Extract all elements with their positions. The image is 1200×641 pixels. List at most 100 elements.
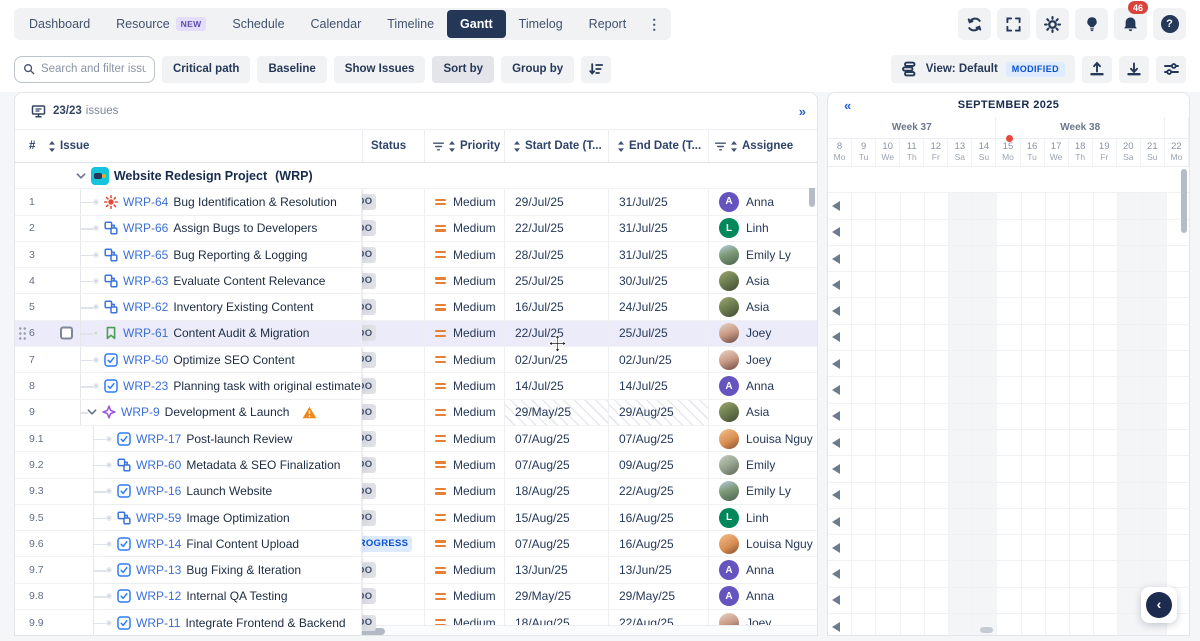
issue-row[interactable]: 2WRP-66Assign Bugs to DevelopersTO DOMed… <box>15 216 817 242</box>
end-date-cell[interactable]: 31/Jul/25 <box>608 189 708 214</box>
end-date-cell[interactable]: 02/Jun/25 <box>608 347 708 372</box>
start-date-cell[interactable]: 07/Aug/25 <box>504 426 608 451</box>
issue-row[interactable]: 9.1WRP-17Post-launch ReviewTO DOMedium07… <box>15 426 817 452</box>
gantt-task-row[interactable] <box>828 325 1189 351</box>
show-issues-button[interactable]: Show Issues <box>334 56 426 83</box>
offscreen-task-left-icon[interactable] <box>832 201 840 211</box>
assignee-cell[interactable]: AAnna <box>708 189 817 214</box>
issue-key[interactable]: WRP-12 <box>136 589 181 603</box>
issue-key[interactable]: WRP-16 <box>136 484 181 498</box>
issue-summary[interactable]: Bug Identification & Resolution <box>173 195 336 209</box>
dependency-handle[interactable] <box>93 304 99 310</box>
fullscreen-button[interactable] <box>997 8 1030 40</box>
end-date-cell[interactable]: 09/Aug/25 <box>608 452 708 477</box>
baseline-button[interactable]: Baseline <box>257 56 326 83</box>
issue-summary[interactable]: Assign Bugs to Developers <box>173 221 317 235</box>
gantt-vertical-scrollbar[interactable] <box>1181 169 1187 233</box>
tab-calendar[interactable]: Calendar <box>298 10 375 38</box>
issue-summary[interactable]: Planning task with original estimate <box>173 379 360 393</box>
start-date-cell[interactable]: 25/Jul/25 <box>504 268 608 293</box>
issue-key[interactable]: WRP-11 <box>136 616 180 630</box>
issue-summary[interactable]: Internal QA Testing <box>186 589 287 603</box>
view-selector-button[interactable]: View: Default MODIFIED <box>891 55 1075 83</box>
gantt-project-row[interactable] <box>828 167 1189 193</box>
hints-button[interactable] <box>1075 8 1108 40</box>
assignee-cell[interactable]: Asia <box>708 400 817 425</box>
dependency-handle[interactable] <box>93 383 99 389</box>
start-date-cell[interactable]: 14/Jul/25 <box>504 373 608 398</box>
nav-overflow-button[interactable]: ⋮ <box>639 10 669 38</box>
display-settings-button[interactable] <box>1156 56 1186 83</box>
start-date-cell[interactable]: 16/Jul/25 <box>504 294 608 319</box>
issue-row[interactable]: 7WRP-50Optimize SEO ContentTO DOMedium02… <box>15 347 817 373</box>
offscreen-task-left-icon[interactable] <box>832 595 840 605</box>
offscreen-task-left-icon[interactable] <box>832 490 840 500</box>
issue-key[interactable]: WRP-64 <box>123 195 168 209</box>
settings-button[interactable] <box>1036 8 1069 40</box>
gantt-task-row[interactable] <box>828 614 1189 635</box>
offscreen-task-left-icon[interactable] <box>832 464 840 474</box>
gantt-task-row[interactable] <box>828 561 1189 587</box>
assignee-cell[interactable]: AAnna <box>708 373 817 398</box>
assignee-cell[interactable]: Emily Ly <box>708 242 817 267</box>
gantt-task-row[interactable] <box>828 377 1189 403</box>
dependency-handle[interactable] <box>106 436 112 442</box>
issue-row[interactable]: 1WRP-64Bug Identification & ResolutionTO… <box>15 189 817 215</box>
gantt-body[interactable] <box>828 167 1189 635</box>
assignee-cell[interactable]: Asia <box>708 268 817 293</box>
dependency-handle[interactable] <box>93 225 99 231</box>
issue-key[interactable]: WRP-13 <box>136 563 181 577</box>
issue-row[interactable]: 9.8WRP-12Internal QA TestingTO DOMedium2… <box>15 584 817 610</box>
issue-summary[interactable]: Bug Reporting & Logging <box>173 248 307 262</box>
dependency-handle[interactable] <box>93 357 99 363</box>
dependency-handle[interactable] <box>106 541 112 547</box>
column-header-status[interactable]: Status <box>362 130 424 162</box>
end-date-cell[interactable]: 22/Aug/25 <box>608 479 708 504</box>
assignee-cell[interactable]: LLinh <box>708 216 817 241</box>
end-date-cell[interactable]: 16/Aug/25 <box>608 505 708 530</box>
issue-summary[interactable]: Image Optimization <box>186 511 289 525</box>
offscreen-task-left-icon[interactable] <box>832 359 840 369</box>
dependency-handle[interactable] <box>93 330 99 336</box>
offscreen-task-left-icon[interactable] <box>832 385 840 395</box>
offscreen-task-left-icon[interactable] <box>832 332 840 342</box>
offscreen-task-left-icon[interactable] <box>832 438 840 448</box>
dependency-handle[interactable] <box>106 488 112 494</box>
end-date-cell[interactable]: 13/Jun/25 <box>608 557 708 582</box>
gantt-task-row[interactable] <box>828 588 1189 614</box>
tab-schedule[interactable]: Schedule <box>219 10 297 38</box>
chevron-down-icon[interactable] <box>87 408 97 416</box>
issue-summary[interactable]: Inventory Existing Content <box>173 300 313 314</box>
tab-resource[interactable]: ResourceNEW <box>103 10 219 38</box>
issue-summary[interactable]: Optimize SEO Content <box>173 353 294 367</box>
issue-key[interactable]: WRP-62 <box>123 300 168 314</box>
end-date-cell[interactable]: 16/Aug/25 <box>608 531 708 556</box>
gantt-task-row[interactable] <box>828 456 1189 482</box>
sort-by-button[interactable]: Sort by <box>432 56 494 83</box>
assignee-cell[interactable]: LLinh <box>708 505 817 530</box>
end-date-cell[interactable]: 24/Jul/25 <box>608 294 708 319</box>
start-date-cell[interactable]: 29/May/25 <box>504 584 608 609</box>
issue-summary[interactable]: Final Content Upload <box>186 537 299 551</box>
issue-row[interactable]: 3WRP-65Bug Reporting & LoggingTO DOMediu… <box>15 242 817 268</box>
column-header-start-date[interactable]: Start Date (T... <box>504 130 608 162</box>
issue-row[interactable]: 9.2WRP-60Metadata & SEO FinalizationTO D… <box>15 452 817 478</box>
sync-button[interactable] <box>958 8 991 40</box>
start-date-cell[interactable]: 29/May/25 <box>504 400 608 425</box>
end-date-cell[interactable]: 30/Jul/25 <box>608 268 708 293</box>
dependency-handle[interactable] <box>106 515 112 521</box>
issue-key[interactable]: WRP-50 <box>123 353 168 367</box>
assignee-cell[interactable]: AAnna <box>708 557 817 582</box>
gantt-task-row[interactable] <box>828 246 1189 272</box>
issue-summary[interactable]: Post-launch Review <box>186 432 292 446</box>
assignee-cell[interactable]: Asia <box>708 294 817 319</box>
tab-dashboard[interactable]: Dashboard <box>16 10 103 38</box>
row-checkbox[interactable] <box>60 327 73 340</box>
end-date-cell[interactable]: 25/Jul/25 <box>608 321 708 346</box>
export-button[interactable] <box>1082 56 1112 83</box>
dependency-handle[interactable] <box>106 620 112 626</box>
chevron-down-icon[interactable] <box>76 172 86 180</box>
dependency-handle[interactable] <box>93 252 99 258</box>
issue-key[interactable]: WRP-14 <box>136 537 181 551</box>
gantt-task-row[interactable] <box>828 404 1189 430</box>
